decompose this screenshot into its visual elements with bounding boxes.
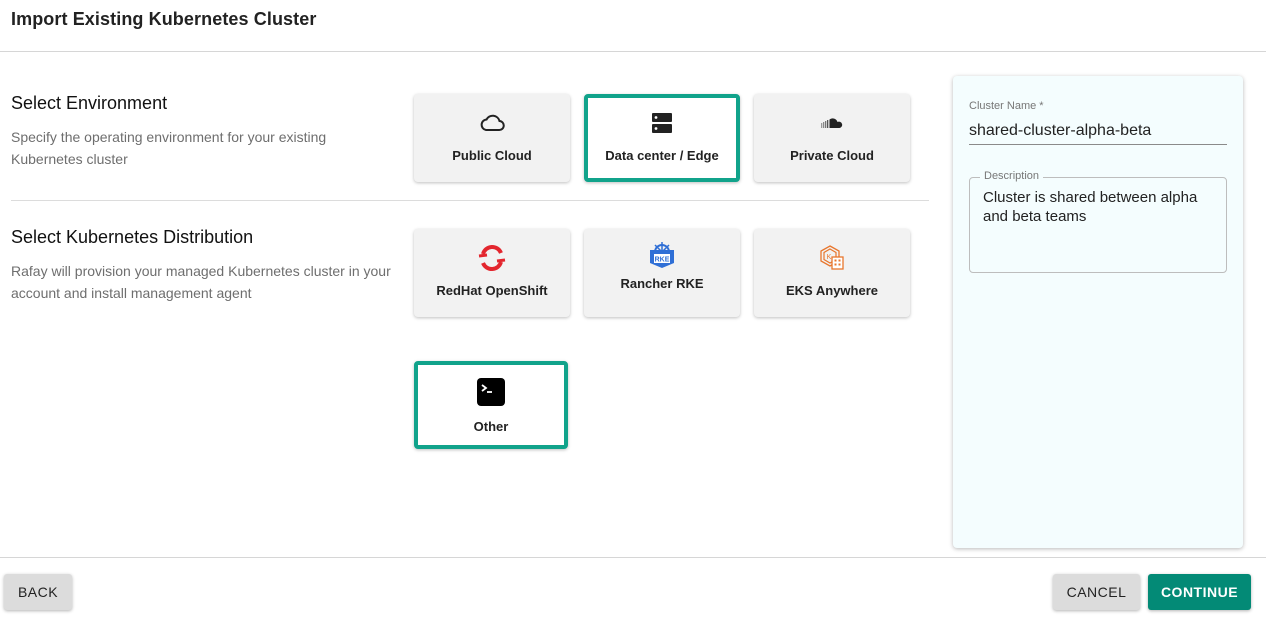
- page-header: Import Existing Kubernetes Cluster: [0, 0, 1266, 52]
- distribution-section-description: Rafay will provision your managed Kubern…: [11, 263, 391, 301]
- terminal-icon: [476, 377, 506, 407]
- rancher-rke-logo-icon: RKE: [647, 242, 677, 268]
- dist-option-other[interactable]: Other: [414, 361, 568, 449]
- env-option-label: Private Cloud: [790, 148, 874, 163]
- openshift-logo-icon: [477, 245, 507, 271]
- soundcloud-cloud-icon: [820, 110, 844, 136]
- env-option-public-cloud[interactable]: Public Cloud: [414, 94, 570, 182]
- dist-option-label: RedHat OpenShift: [436, 283, 548, 298]
- back-button[interactable]: BACK: [4, 574, 72, 610]
- dist-option-redhat-openshift[interactable]: RedHat OpenShift: [414, 229, 570, 317]
- description-textarea[interactable]: Cluster is shared between alpha and beta…: [983, 188, 1213, 268]
- svg-text:K: K: [827, 254, 832, 261]
- cluster-name-input[interactable]: [969, 118, 1227, 145]
- cluster-details-panel: Cluster Name * Description Cluster is sh…: [953, 76, 1243, 548]
- cancel-button[interactable]: CANCEL: [1053, 574, 1140, 610]
- footer-divider: [0, 557, 1266, 558]
- env-option-data-center-edge[interactable]: Data center / Edge: [584, 94, 740, 182]
- cluster-name-label: Cluster Name *: [969, 100, 1044, 112]
- environment-section-title: Select Environment: [11, 93, 168, 113]
- dist-option-label: EKS Anywhere: [786, 283, 878, 298]
- dist-option-label: Rancher RKE: [620, 276, 704, 291]
- distribution-section-title: Select Kubernetes Distribution: [11, 227, 254, 247]
- dist-option-rancher-rke[interactable]: RKE Rancher RKE: [584, 229, 740, 317]
- env-option-label: Public Cloud: [452, 148, 532, 163]
- env-option-private-cloud[interactable]: Private Cloud: [754, 94, 910, 182]
- server-icon: [651, 110, 673, 136]
- svg-text:RKE: RKE: [655, 257, 670, 264]
- section-divider: [11, 200, 929, 201]
- cloud-outline-icon: [479, 110, 505, 136]
- dist-option-eks-anywhere[interactable]: K EKS Anywhere: [754, 229, 910, 317]
- description-field[interactable]: Description Cluster is shared between al…: [969, 170, 1227, 273]
- page-title: Import Existing Kubernetes Cluster: [11, 9, 317, 29]
- eks-anywhere-logo-icon: K: [818, 245, 846, 271]
- environment-section-description: Specify the operating environment for yo…: [11, 129, 327, 167]
- continue-button[interactable]: CONTINUE: [1148, 574, 1251, 610]
- description-label: Description: [980, 170, 1044, 182]
- dist-option-label: Other: [473, 419, 509, 434]
- env-option-label: Data center / Edge: [605, 148, 719, 163]
